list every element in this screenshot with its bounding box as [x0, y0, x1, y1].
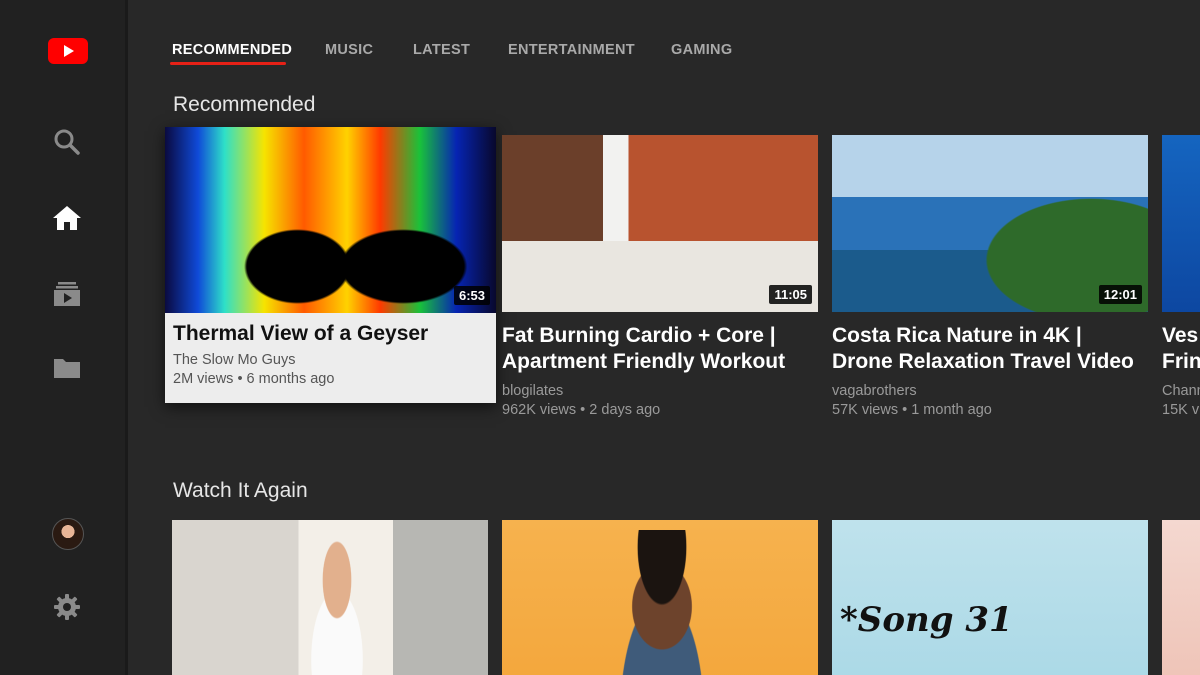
video-title: Ves Frin	[1162, 323, 1200, 375]
tab-entertainment[interactable]: ENTERTAINMENT	[508, 42, 635, 58]
video-thumbnail: *Song 31	[832, 520, 1148, 675]
video-thumbnail: 11:05	[502, 135, 818, 312]
video-title-line: Fat Burning Cardio + Core |	[502, 324, 776, 347]
video-card-watch-again-1[interactable]	[172, 520, 488, 675]
video-stats: 962K views • 2 days ago	[502, 402, 661, 418]
video-card-watch-again-2[interactable]	[502, 520, 818, 675]
video-channel: The Slow Mo Guys	[173, 352, 296, 368]
thumbnail-text: *Song 31	[840, 600, 1013, 640]
tab-label: RECOMMENDED	[172, 42, 293, 58]
video-duration: 6:53	[453, 286, 490, 305]
home-icon[interactable]	[47, 198, 87, 238]
section-title-watch-it-again: Watch It Again	[173, 479, 308, 502]
video-channel: Chann	[1162, 383, 1200, 399]
video-thumbnail	[172, 520, 488, 675]
video-duration: 11:05	[769, 285, 812, 304]
video-title: Costa Rica Nature in 4K | Drone Relaxati…	[832, 323, 1162, 375]
tab-label: MUSIC	[325, 42, 374, 58]
settings-gear-icon[interactable]	[47, 587, 87, 627]
video-thumbnail: 12:01	[832, 135, 1148, 312]
video-title-line: Drone Relaxation Travel Video	[832, 350, 1134, 373]
search-icon[interactable]	[47, 122, 87, 162]
video-stats: 15K v	[1162, 402, 1200, 418]
subscriptions-icon[interactable]	[47, 274, 87, 314]
video-stats: 2M views • 6 months ago	[173, 371, 335, 387]
account-avatar[interactable]	[52, 518, 84, 550]
video-card-partial[interactable]: Ves Frin Chann 15K v	[1162, 135, 1200, 425]
video-title: Fat Burning Cardio + Core | Apartment Fr…	[502, 323, 832, 375]
video-thumbnail	[502, 520, 818, 675]
youtube-logo-icon[interactable]	[48, 38, 88, 64]
section-title-recommended: Recommended	[173, 93, 316, 116]
video-title-line: Costa Rica Nature in 4K |	[832, 324, 1082, 347]
video-card-watch-again-4[interactable]	[1162, 520, 1200, 675]
video-title-line: Apartment Friendly Workout	[502, 350, 786, 373]
active-tab-indicator	[170, 62, 286, 65]
tab-label: ENTERTAINMENT	[508, 42, 635, 58]
tab-label: GAMING	[671, 42, 733, 58]
video-thumbnail	[1162, 520, 1200, 675]
video-card-watch-again-3[interactable]: *Song 31	[832, 520, 1148, 675]
tab-latest[interactable]: LATEST	[413, 42, 470, 58]
video-channel: blogilates	[502, 383, 564, 399]
tab-music[interactable]: MUSIC	[325, 42, 373, 58]
video-title-line: Frin	[1162, 350, 1200, 373]
video-thumbnail	[1162, 135, 1200, 312]
tab-label: LATEST	[413, 42, 471, 58]
video-duration: 12:01	[1098, 285, 1142, 304]
library-folder-icon[interactable]	[47, 348, 87, 388]
video-stats: 57K views • 1 month ago	[832, 402, 992, 418]
video-title-line: Ves	[1162, 324, 1199, 347]
video-title: Thermal View of a Geyser	[173, 322, 429, 345]
sidebar	[0, 0, 128, 675]
video-thumbnail: 6:53	[165, 127, 496, 313]
video-channel: vagabrothers	[832, 383, 917, 399]
tab-recommended[interactable]: RECOMMENDED	[170, 42, 293, 65]
tab-gaming[interactable]: GAMING	[671, 42, 732, 58]
